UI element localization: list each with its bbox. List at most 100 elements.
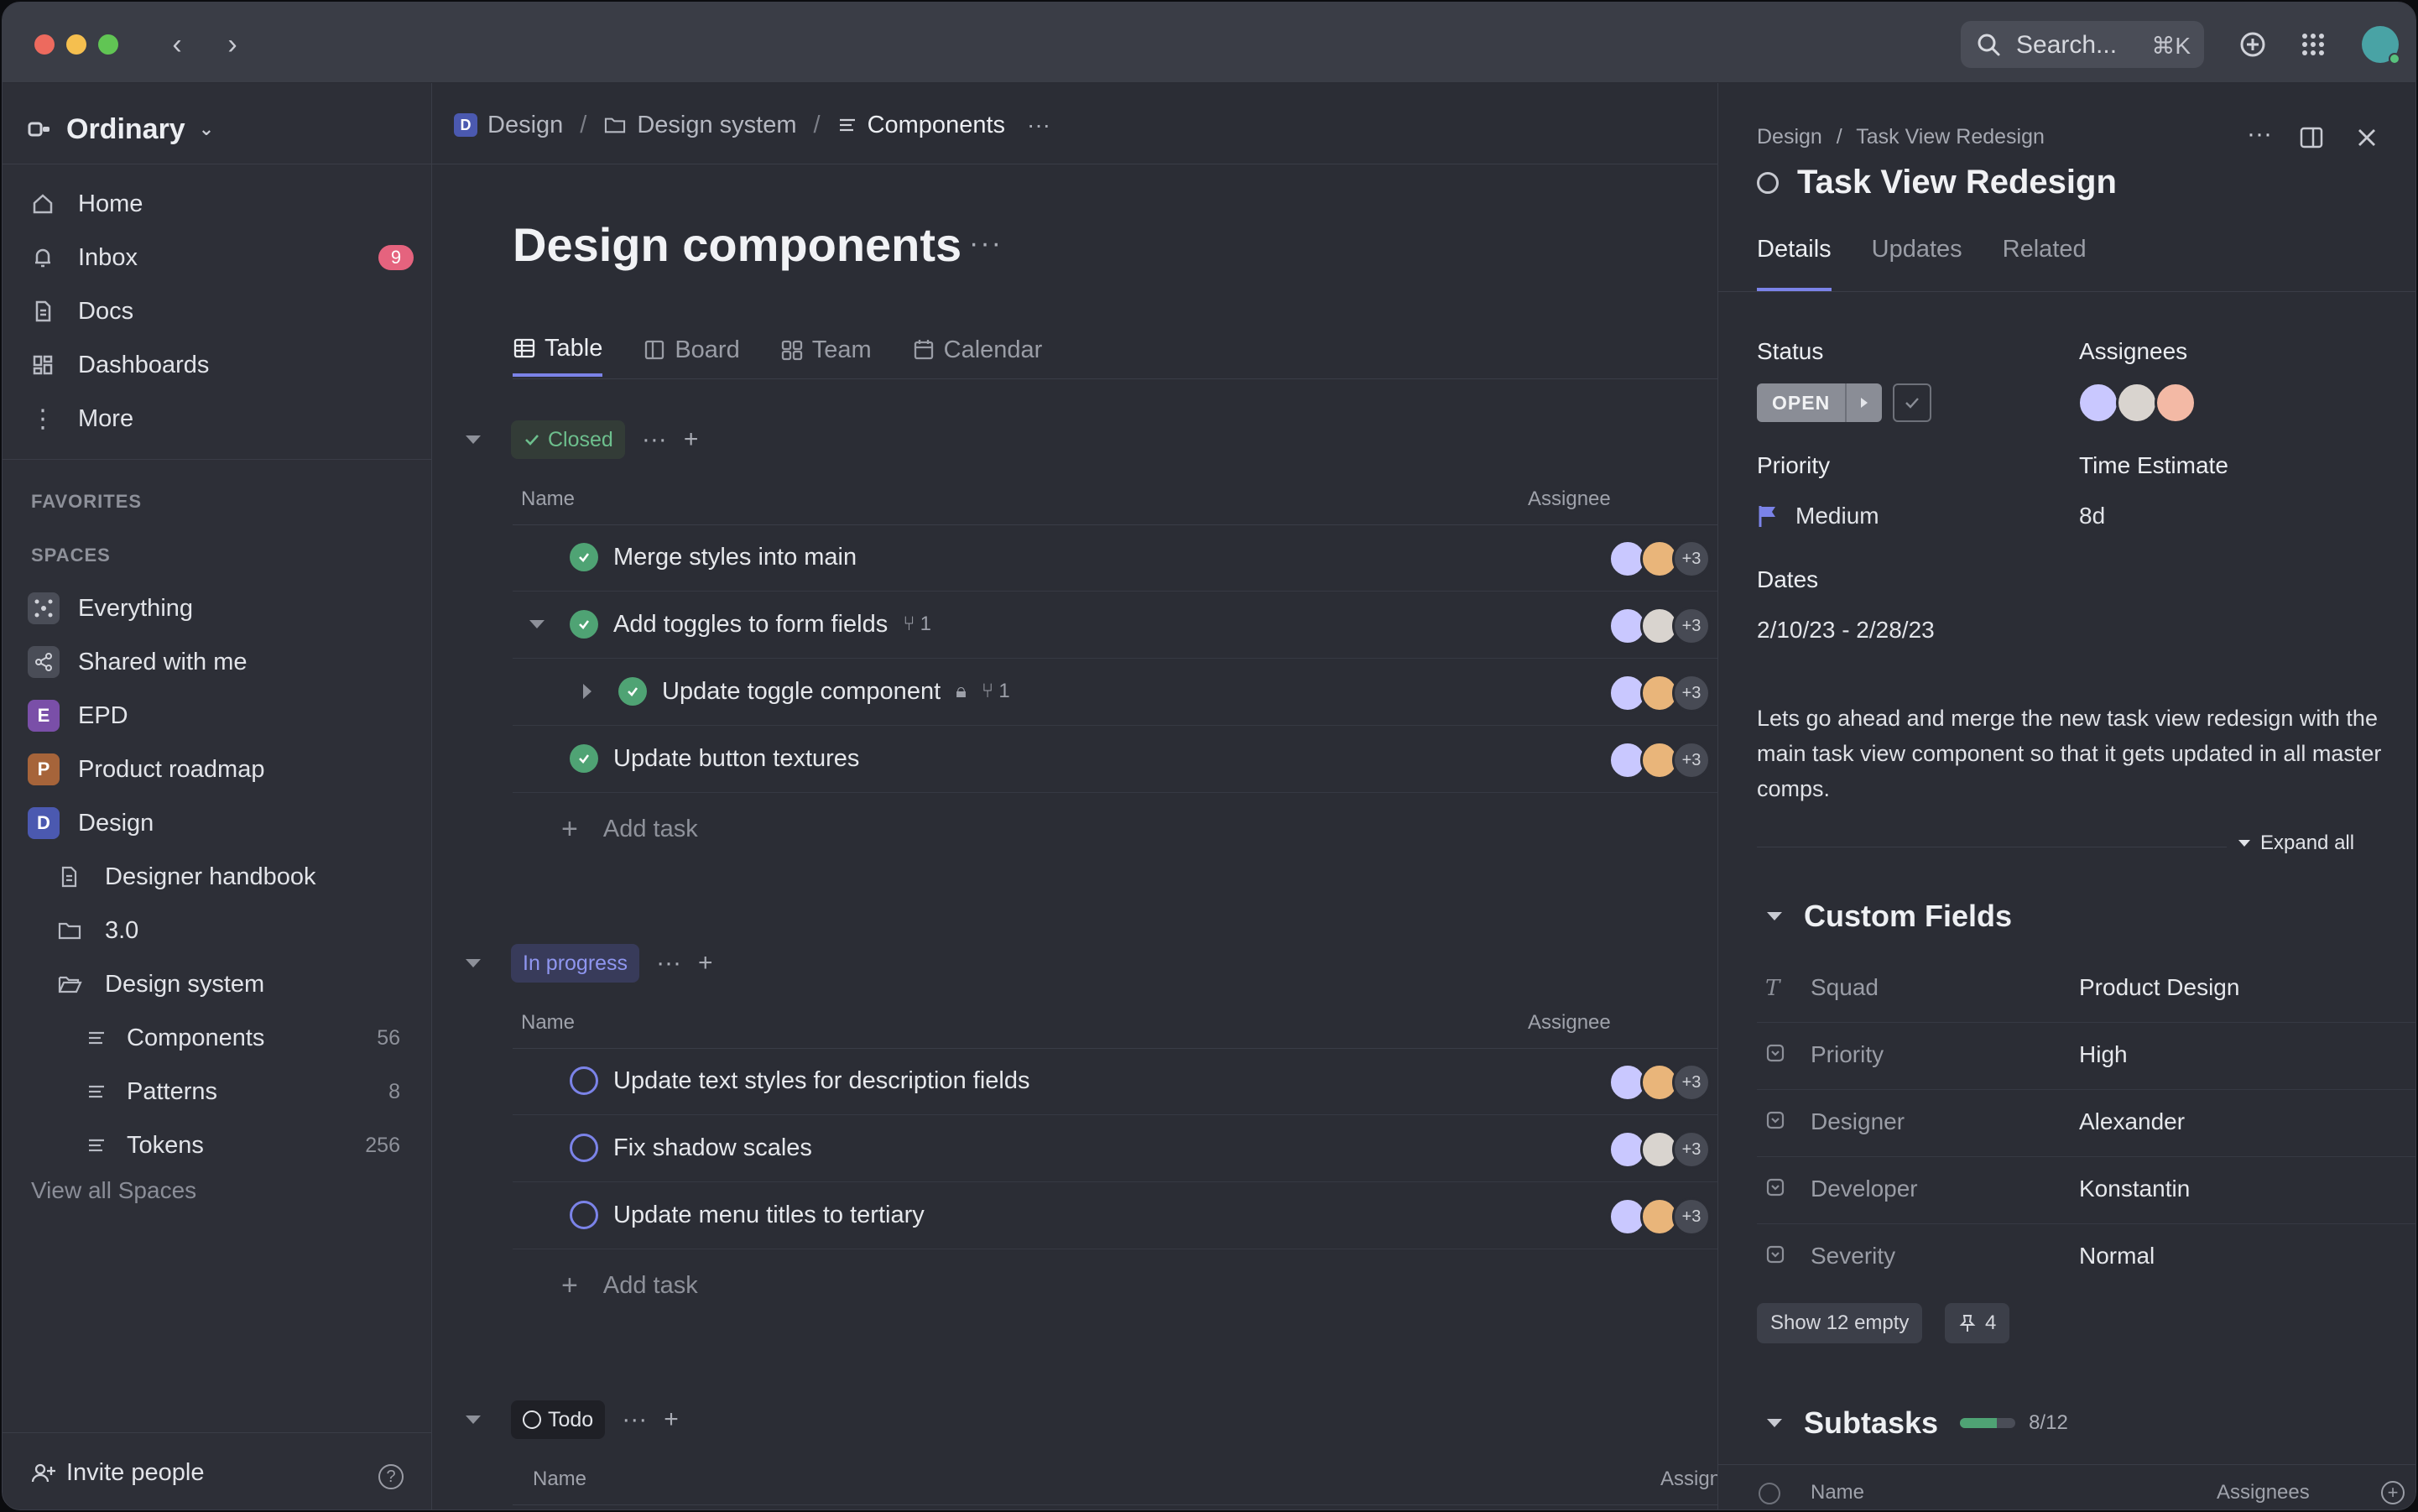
status-pill-todo[interactable]: Todo (511, 1400, 606, 1439)
custom-fields-header[interactable]: Custom Fields (1767, 899, 2012, 934)
add-icon[interactable]: + (698, 949, 713, 978)
workspace-switcher[interactable]: Ordinary ⌄ (28, 108, 214, 150)
task-complete-check-icon[interactable] (618, 677, 647, 706)
column-header-assignee[interactable]: Assign (1660, 1468, 1717, 1491)
more-horizontal-icon[interactable]: ··· (969, 227, 1003, 260)
spaces-header[interactable]: SPACES (31, 545, 111, 566)
tab-related[interactable]: Related (2003, 236, 2087, 291)
sidebar-item-inbox[interactable]: Inbox 9 (28, 234, 414, 281)
tab-table[interactable]: Table (513, 323, 603, 377)
more-horizontal-icon[interactable]: ··· (656, 949, 681, 978)
table-row[interactable]: Merge styles into main +3 (513, 524, 1717, 592)
table-row[interactable]: Update toggle component 🔒︎ ⑂ 1 +3 (513, 659, 1717, 726)
status-dropdown[interactable]: OPEN (1757, 383, 1883, 422)
task-title-text[interactable]: Task View Redesign (1797, 164, 2117, 201)
expand-subtasks-icon[interactable] (529, 620, 545, 628)
search-box[interactable]: Search... ⌘K (1961, 21, 2204, 68)
collapse-caret-icon[interactable] (466, 435, 481, 444)
pinned-fields-button[interactable]: 4 (1945, 1303, 2010, 1343)
breadcrumb-design-system[interactable]: Design system (637, 112, 796, 139)
assignee-avatars[interactable]: +3 (1608, 1130, 1711, 1169)
custom-field-row[interactable]: Severity Normal (1757, 1224, 2415, 1291)
breadcrumb-task[interactable]: Task View Redesign (1856, 125, 2045, 149)
subtasks-column-name[interactable]: Name (1811, 1481, 1864, 1504)
status-pill-closed[interactable]: Closed (511, 420, 625, 459)
breadcrumb-components[interactable]: Components (868, 112, 1005, 139)
assignee-avatars[interactable]: +3 (1608, 1197, 1711, 1236)
add-icon[interactable]: + (684, 425, 699, 454)
column-header-assignee[interactable]: Assignee (1528, 1011, 1611, 1035)
more-horizontal-icon[interactable]: ··· (1027, 112, 1050, 138)
close-window-button[interactable] (34, 34, 55, 55)
list-patterns[interactable]: Patterns 8 (81, 1068, 400, 1115)
more-horizontal-icon[interactable]: ··· (642, 425, 667, 454)
time-estimate-value[interactable]: 8d (2079, 503, 2105, 529)
add-task-button[interactable]: + Add task (561, 813, 698, 846)
subtasks-header[interactable]: Subtasks 8/12 (1767, 1405, 2068, 1441)
favorites-header[interactable]: FAVORITES (31, 491, 142, 513)
add-circle-icon[interactable] (2236, 28, 2269, 61)
custom-field-row[interactable]: T Squad Product Design (1757, 956, 2415, 1023)
table-row[interactable]: Fix shadow scales +3 (513, 1115, 1717, 1182)
tab-calendar[interactable]: Calendar (912, 323, 1042, 377)
sidebar-item-home[interactable]: Home (28, 180, 414, 227)
task-status-circle-icon[interactable] (570, 1134, 598, 1162)
task-complete-check-icon[interactable] (570, 543, 598, 571)
column-header-name[interactable]: Name (533, 1468, 586, 1491)
assignee-avatars[interactable]: +3 (1608, 674, 1711, 712)
status-pill-in-progress[interactable]: In progress (511, 944, 640, 983)
split-view-icon[interactable] (2299, 125, 2324, 150)
breadcrumb-design[interactable]: Design (487, 112, 563, 139)
apps-grid-icon[interactable] (2296, 28, 2330, 61)
invite-people-button[interactable]: Invite people (31, 1459, 204, 1487)
help-icon[interactable]: ? (378, 1464, 404, 1489)
assignee-avatars[interactable]: +3 (1608, 540, 1711, 578)
view-all-spaces-link[interactable]: View all Spaces (31, 1177, 196, 1204)
priority-value[interactable]: Medium (1757, 503, 1879, 529)
doc-designer-handbook[interactable]: Designer handbook (55, 853, 414, 900)
dates-value[interactable]: 2/10/23 - 2/28/23 (1757, 617, 1935, 644)
sidebar-item-more[interactable]: ⋮ More (28, 395, 414, 442)
mark-complete-button[interactable] (1893, 383, 1931, 422)
folder-3-0[interactable]: 3.0 (55, 907, 414, 954)
task-complete-check-icon[interactable] (570, 610, 598, 639)
add-icon[interactable]: + (664, 1405, 679, 1434)
space-design[interactable]: D Design (28, 800, 414, 847)
assignee-avatars[interactable]: +3 (1608, 607, 1711, 645)
table-row[interactable]: Add toggles to form fields ⑂ 1 +3 (513, 592, 1717, 659)
task-status-circle-icon[interactable] (570, 1066, 598, 1095)
show-empty-fields-button[interactable]: Show 12 empty (1757, 1303, 1923, 1343)
space-everything[interactable]: Everything (28, 585, 414, 632)
task-status-circle-icon[interactable] (1757, 171, 1779, 194)
task-complete-check-icon[interactable] (570, 744, 598, 773)
back-arrow-icon[interactable]: ‹ (160, 28, 194, 61)
list-components[interactable]: Components 56 (81, 1014, 400, 1061)
tab-board[interactable]: Board (643, 323, 740, 377)
task-description[interactable]: Lets go ahead and merge the new task vie… (1757, 701, 2403, 806)
column-header-assignee[interactable]: Assignee (1528, 487, 1611, 511)
sidebar-item-dashboards[interactable]: Dashboards (28, 342, 414, 388)
table-row[interactable]: Update text styles for description field… (513, 1048, 1717, 1115)
minimize-window-button[interactable] (66, 34, 86, 55)
task-status-circle-icon[interactable] (570, 1201, 598, 1229)
check-circle-icon[interactable] (1759, 1483, 1780, 1504)
table-row[interactable]: Update menu titles to tertiary +3 (513, 1182, 1717, 1249)
zoom-window-button[interactable] (98, 34, 118, 55)
user-avatar[interactable] (2362, 26, 2400, 65)
assignee-avatars[interactable]: +3 (1608, 1063, 1711, 1102)
space-epd[interactable]: E EPD (28, 692, 414, 739)
subtasks-column-assignees[interactable]: Assignees (2217, 1481, 2310, 1504)
tab-details[interactable]: Details (1757, 236, 1832, 291)
custom-field-row[interactable]: Priority High (1757, 1023, 2415, 1090)
space-product-roadmap[interactable]: P Product roadmap (28, 746, 414, 793)
tab-updates[interactable]: Updates (1872, 236, 1962, 291)
expand-all-button[interactable]: Expand all (2238, 832, 2354, 855)
sidebar-item-docs[interactable]: Docs (28, 288, 414, 335)
custom-field-row[interactable]: Designer Alexander (1757, 1090, 2415, 1157)
add-task-button[interactable]: + Add task (561, 1270, 698, 1302)
column-header-name[interactable]: Name (521, 1011, 575, 1035)
assignee-avatars[interactable]: +3 (1608, 741, 1711, 779)
collapse-caret-icon[interactable] (466, 1416, 481, 1424)
column-header-name[interactable]: Name (521, 487, 575, 511)
forward-arrow-icon[interactable]: › (216, 28, 249, 61)
